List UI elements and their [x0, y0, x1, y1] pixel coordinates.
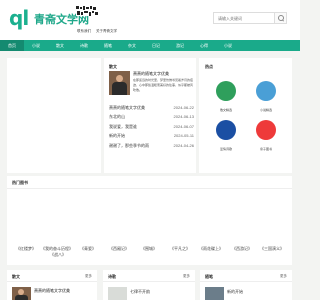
divider [7, 281, 97, 282]
article-title[interactable]: 新的开始 [109, 133, 125, 142]
article-title[interactable]: 谢谢了，那些季节的雨 [109, 143, 149, 152]
more-link[interactable]: 更多 [280, 274, 287, 279]
article-date: 2024-04-26 [173, 142, 194, 148]
nav-item-novel[interactable]: 小说 [24, 40, 48, 51]
article-thumbnail[interactable] [12, 287, 31, 300]
article-title[interactable]: 我说爱，我是谁 [109, 124, 137, 133]
site-header: ql 青斋文学网 联系我们 关于青斋文学 [0, 0, 300, 40]
qr-code-icon [76, 6, 98, 16]
panel-heading: 诗歌 [108, 274, 116, 279]
category-circle-prose[interactable] [216, 81, 236, 101]
category-label[interactable]: 爱情诗歌 [206, 147, 246, 151]
hot-books-heading: 热门图书 [12, 180, 28, 185]
link-contact[interactable]: 联系我们 [77, 29, 91, 34]
featured-title[interactable]: 萧萧的随笔文字优美 [133, 71, 169, 77]
hot-topics-heading: 热点 [205, 64, 213, 69]
category-label[interactable]: 亲子图书 [246, 147, 286, 151]
article-title[interactable]: 萧萧的随笔文字优美 [109, 105, 145, 114]
essay-panel: 随笔 更多 新的开始 [200, 270, 292, 300]
nav-item-travel[interactable]: 游记 [168, 40, 192, 51]
nav-item-notes[interactable]: 心得 [192, 40, 216, 51]
list-item[interactable]: 新的开始 2024-05-11 [109, 133, 194, 142]
featured-heading: 散文 [109, 64, 117, 69]
list-item[interactable]: 谢谢了，那些季节的雨 2024-04-26 [109, 143, 194, 152]
nav-item-fiction[interactable]: 小说 [216, 40, 240, 51]
category-label[interactable]: 小说精选 [246, 108, 286, 112]
logo-mark[interactable]: ql [9, 6, 29, 30]
article-date: 2024-06-13 [173, 114, 194, 120]
prose-panel: 散文 更多 萧萧的随笔文字优美 [7, 270, 97, 300]
more-link[interactable]: 更多 [85, 274, 92, 279]
nav-item-essay[interactable]: 随笔 [96, 40, 120, 51]
link-about[interactable]: 关于青斋文学 [96, 29, 117, 34]
featured-panel: 散文 萧萧的随笔文字优美 在那遥远的时光里，梦里仿佛寻觅着岁月的痕迹，心中那些温… [104, 58, 196, 173]
featured-image[interactable] [109, 71, 130, 95]
category-circle-novel[interactable] [256, 81, 276, 101]
nav-item-poetry[interactable]: 诗歌 [72, 40, 96, 51]
panel-heading: 随笔 [205, 274, 213, 279]
featured-summary: 在那遥远的时光里，梦里仿佛寻觅着岁月的痕迹，心中那些温暖而美好的往事，似乎都被风… [133, 78, 194, 92]
nav-item-home[interactable]: 首页 [0, 40, 24, 51]
divider [200, 281, 292, 282]
article-title[interactable]: 东北的山 [109, 114, 125, 123]
article-thumbnail[interactable] [205, 287, 224, 300]
divider [103, 281, 195, 282]
book-link[interactable]: 《三国演义》 [252, 246, 292, 252]
article-date: 2024-05-11 [173, 133, 194, 139]
list-item[interactable]: 萧萧的随笔文字优美 2024-06-22 [109, 105, 194, 114]
article-title[interactable]: 萧萧的随笔文字优美 [34, 288, 70, 294]
poetry-panel: 诗歌 更多 七律不开韵 [103, 270, 195, 300]
nav-item-commentary[interactable]: 杂文 [120, 40, 144, 51]
category-label[interactable]: 散文精选 [206, 108, 246, 112]
book-link[interactable]: 《战八》 [38, 252, 78, 258]
image-carousel[interactable] [7, 58, 101, 173]
list-item[interactable]: 我说爱，我是谁 2024-06-07 [109, 124, 194, 133]
search-input[interactable] [213, 12, 275, 24]
panel-heading: 散文 [12, 274, 20, 279]
list-item[interactable]: 东北的山 2024-06-13 [109, 114, 194, 123]
search-icon[interactable] [275, 12, 287, 24]
article-list: 萧萧的随笔文字优美 2024-06-22 东北的山 2024-06-13 我说爱… [109, 105, 194, 152]
article-title[interactable]: 新的开始 [227, 289, 243, 295]
category-circle-poetry[interactable] [216, 120, 236, 140]
divider [7, 188, 292, 189]
article-date: 2024-06-07 [173, 123, 194, 129]
nav-item-prose[interactable]: 散文 [48, 40, 72, 51]
more-link[interactable]: 更多 [183, 274, 190, 279]
nav-item-diary[interactable]: 日记 [144, 40, 168, 51]
hot-topics-panel: 热点 [199, 58, 292, 173]
article-title[interactable]: 七律不开韵 [130, 289, 150, 295]
article-thumbnail[interactable] [108, 287, 127, 300]
category-circle-books[interactable] [256, 120, 276, 140]
article-date: 2024-06-22 [173, 105, 194, 110]
main-nav: 首页 小说 散文 诗歌 随笔 杂文 日记 游记 心得 小说 [0, 40, 300, 51]
